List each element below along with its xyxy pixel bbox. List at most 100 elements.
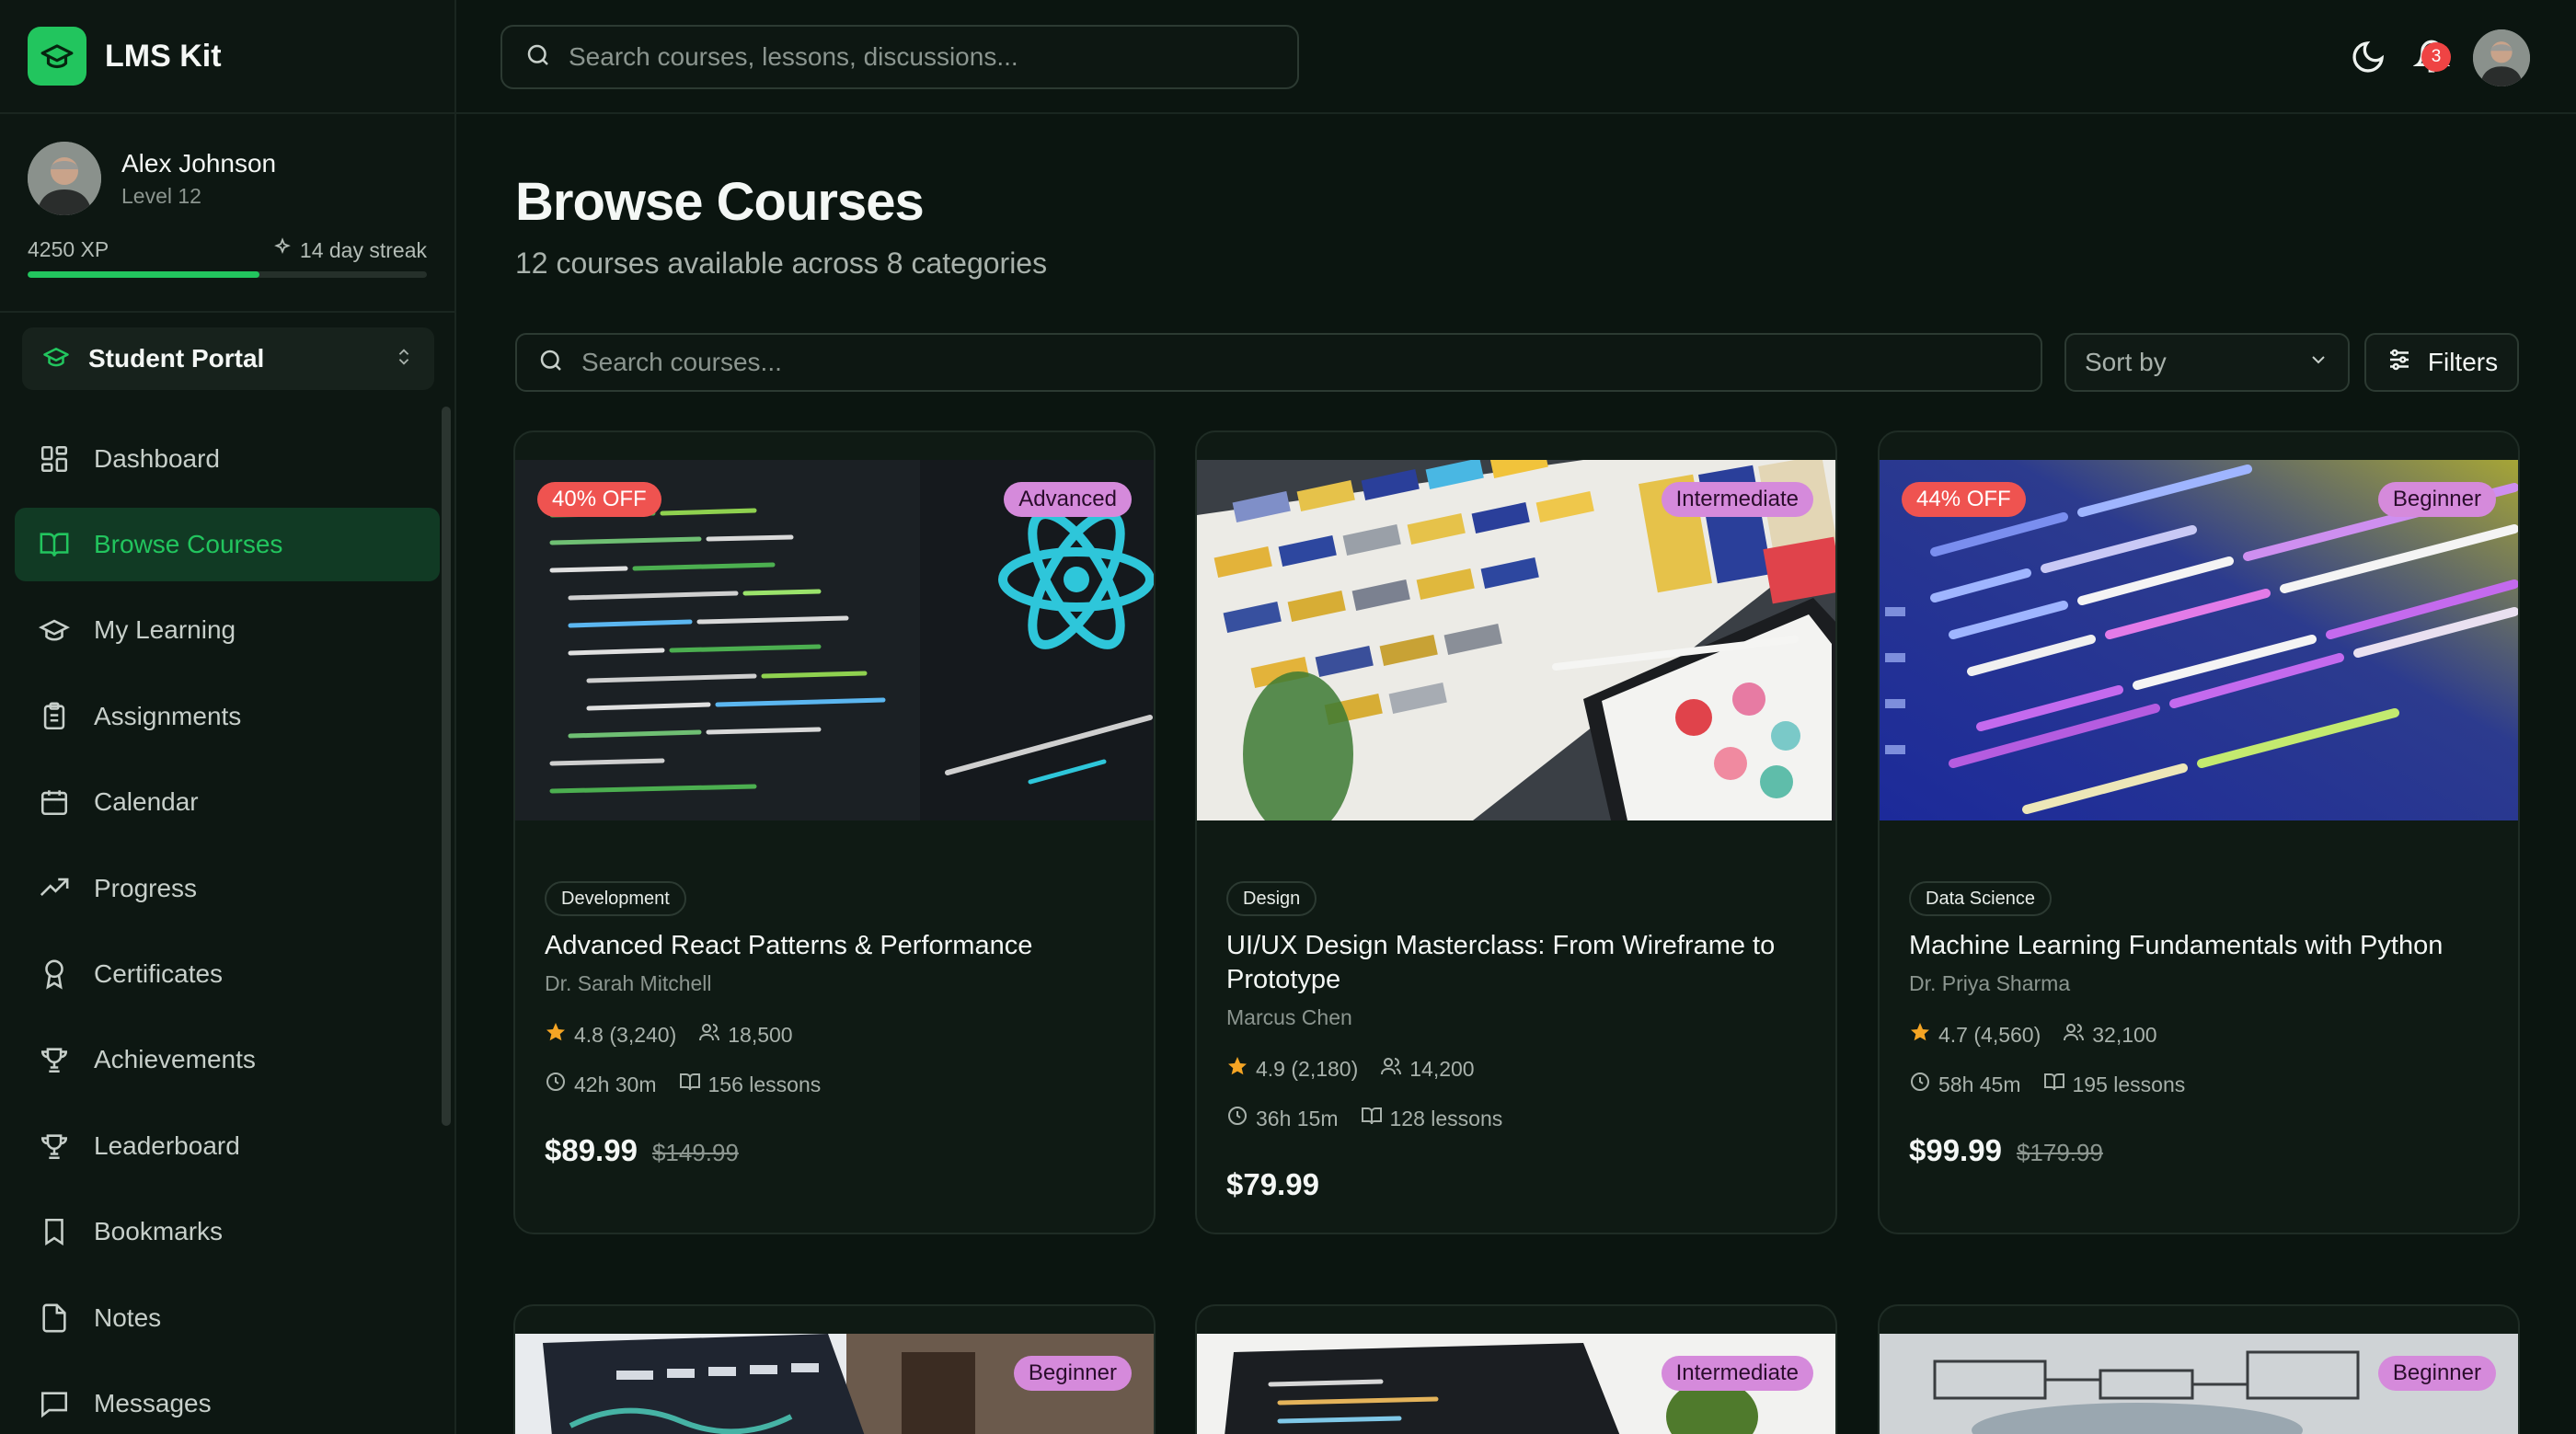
course-length-row: 58h 45m 195 lessons [1909, 1071, 2207, 1098]
sidebar-item-assignments[interactable]: Assignments [0, 673, 456, 759]
graduation-cap-icon [42, 343, 70, 375]
sidebar-item-notes[interactable]: Notes [0, 1275, 456, 1360]
trending-up-icon [37, 871, 72, 906]
course-rating: 4.9 (2,180) [1256, 1056, 1359, 1081]
course-price: $89.99 $149.99 [545, 1133, 739, 1168]
filters-label: Filters [2427, 348, 2499, 376]
sidebar-item-messages[interactable]: Messages [0, 1360, 456, 1434]
xp-count: 4250 XP [28, 237, 109, 261]
course-title[interactable]: Machine Learning Fundamentals with Pytho… [1909, 929, 2498, 963]
course-card[interactable]: Intermediate Design UI/UX Design Masterc… [1195, 430, 1837, 1234]
search-icon [537, 347, 565, 379]
users-icon [698, 1021, 720, 1049]
global-search[interactable] [500, 25, 1299, 89]
course-lessons: 156 lessons [707, 1072, 822, 1096]
course-rating-row: 4.9 (2,180) 14,200 [1226, 1055, 1497, 1083]
course-card[interactable]: Beginner [513, 1304, 1156, 1434]
avatar[interactable] [28, 142, 101, 215]
sidebar-item-progress[interactable]: Progress [0, 845, 456, 931]
brand[interactable]: LMS Kit [0, 0, 456, 114]
sidebar-item-bookmarks[interactable]: Bookmarks [0, 1189, 456, 1275]
user-avatar[interactable] [2473, 29, 2530, 86]
xp-progress-fill [28, 271, 259, 278]
streak: 14 day streak [272, 237, 427, 263]
sidebar-item-achievements[interactable]: Achievements [0, 1017, 456, 1103]
course-card[interactable]: 44% OFF Beginner Data Science Machine Le… [1878, 430, 2520, 1234]
star-icon [545, 1021, 567, 1049]
course-rating: 4.8 (3,240) [574, 1022, 677, 1047]
sort-select[interactable]: Sort by [2064, 333, 2350, 392]
course-students: 14,200 [1409, 1056, 1475, 1081]
sidebar-item-label: Leaderboard [94, 1130, 240, 1160]
global-search-input[interactable] [569, 42, 1286, 72]
course-search-input[interactable] [581, 348, 2017, 377]
sidebar-item-calendar[interactable]: Calendar [0, 760, 456, 845]
current-price: $89.99 [545, 1133, 638, 1167]
sidebar-item-label: Certificates [94, 959, 224, 989]
course-students: 18,500 [728, 1022, 793, 1047]
portal-label: Student Portal [88, 344, 265, 373]
sidebar-scrollbar[interactable] [442, 407, 451, 1126]
current-price: $99.99 [1909, 1133, 2002, 1167]
book-open-icon [679, 1071, 701, 1098]
filters-button[interactable]: Filters [2364, 333, 2519, 392]
sidebar-item-browse-courses[interactable]: Browse Courses [0, 501, 456, 587]
clock-icon [545, 1071, 567, 1098]
sidebar-item-label: Assignments [94, 701, 242, 730]
course-card[interactable]: 40% OFF Advanced Development Advanced Re… [513, 430, 1156, 1234]
sparkles-icon [272, 237, 293, 263]
moon-icon[interactable] [2350, 39, 2386, 80]
users-icon [1380, 1055, 1402, 1083]
sidebar-item-leaderboard[interactable]: Leaderboard [0, 1103, 456, 1188]
course-duration: 58h 45m [1938, 1072, 2021, 1096]
level-badge: Beginner [1013, 1356, 1132, 1391]
sidebar-item-label: My Learning [94, 615, 236, 645]
course-instructor: Marcus Chen [1226, 1005, 1352, 1029]
dashboard-icon [37, 442, 72, 476]
course-card[interactable]: Beginner [1878, 1304, 2520, 1434]
clock-icon [1226, 1105, 1248, 1132]
clipboard-icon [37, 699, 72, 734]
user-profile: Alex Johnson Level 12 4250 XP 14 day str… [0, 114, 456, 313]
sidebar-item-my-learning[interactable]: My Learning [0, 588, 456, 673]
sidebar-item-certificates[interactable]: Certificates [0, 931, 456, 1016]
course-title[interactable]: Advanced React Patterns & Performance [545, 929, 1133, 963]
chevron-down-icon [2307, 348, 2329, 377]
course-rating-row: 4.8 (3,240) 18,500 [545, 1021, 815, 1049]
sidebar-item-dashboard[interactable]: Dashboard [0, 416, 456, 501]
original-price: $149.99 [651, 1139, 739, 1166]
course-lessons: 128 lessons [1389, 1106, 1503, 1130]
book-open-icon [37, 527, 72, 562]
notification-badge: 3 [2421, 42, 2451, 72]
topbar: 3 [456, 0, 2576, 114]
course-price: $99.99 $179.99 [1909, 1133, 2103, 1168]
xp-progress-bar [28, 271, 427, 278]
sidebar-item-label: Calendar [94, 787, 199, 817]
streak-text: 14 day streak [299, 237, 427, 262]
course-length-row: 36h 15m 128 lessons [1226, 1105, 1524, 1132]
course-title[interactable]: UI/UX Design Masterclass: From Wireframe… [1226, 929, 1815, 997]
course-search[interactable] [515, 333, 2042, 392]
graduation-cap-logo-icon [28, 27, 86, 86]
course-students: 32,100 [2092, 1022, 2157, 1047]
app-name: LMS Kit [105, 38, 222, 74]
level-badge: Advanced [1004, 482, 1132, 517]
course-length-row: 42h 30m 156 lessons [545, 1071, 843, 1098]
course-rating: 4.7 (4,560) [1938, 1022, 2041, 1047]
level-badge: Beginner [2377, 1356, 2496, 1391]
course-card[interactable]: Intermediate [1195, 1304, 1837, 1434]
award-icon [37, 957, 72, 992]
course-instructor: Dr. Priya Sharma [1909, 971, 2071, 995]
course-price: $79.99 [1226, 1167, 1319, 1202]
user-level: Level 12 [121, 184, 201, 208]
bookmark-icon [37, 1214, 72, 1249]
sidebar-item-label: Bookmarks [94, 1217, 224, 1246]
level-badge: Beginner [2377, 482, 2496, 517]
app-root: LMS Kit Alex Johnson Level 12 4250 XP 14… [0, 0, 2576, 1434]
graduation-cap-icon [37, 613, 72, 648]
portal-switcher[interactable]: Student Portal [22, 327, 434, 390]
category-pill: Development [545, 881, 686, 916]
course-duration: 36h 15m [1256, 1106, 1339, 1130]
category-pill: Data Science [1909, 881, 2052, 916]
search-icon [524, 41, 552, 74]
